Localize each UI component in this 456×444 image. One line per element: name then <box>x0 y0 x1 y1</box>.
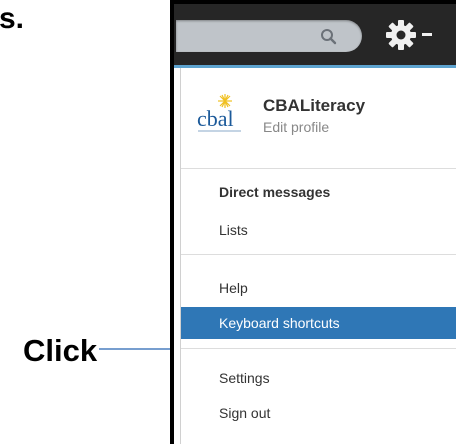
settings-dropdown-menu: cbal CBALiteracy Edit profile Direct mes… <box>180 68 456 444</box>
screenshot-frame: cbal CBALiteracy Edit profile Direct mes… <box>170 0 456 444</box>
menu-divider <box>181 168 456 169</box>
search-input[interactable] <box>176 20 362 52</box>
corner-caption-text: s. <box>0 2 25 35</box>
profile-summary[interactable]: cbal CBALiteracy Edit profile <box>181 80 456 150</box>
dropdown-caret-icon[interactable] <box>422 33 432 36</box>
menu-item-settings[interactable]: Settings <box>181 362 456 394</box>
edit-profile-link[interactable]: Edit profile <box>263 119 329 135</box>
menu-item-lists[interactable]: Lists <box>181 214 456 246</box>
page: s. Click cbal CBALiteracy Edit profile D… <box>0 0 456 444</box>
menu-item-sign-out[interactable]: Sign out <box>181 397 456 429</box>
gear-icon[interactable] <box>384 18 418 52</box>
settings-menu-button[interactable] <box>384 18 444 52</box>
top-navigation-bar <box>174 4 456 65</box>
logo-wordmark: cbal <box>197 106 234 131</box>
magnifier-icon[interactable] <box>319 27 339 47</box>
profile-name[interactable]: CBALiteracy <box>263 96 365 116</box>
menu-item-help[interactable]: Help <box>181 272 456 304</box>
menu-divider <box>181 254 456 255</box>
menu-item-keyboard-shortcuts[interactable]: Keyboard shortcuts <box>181 307 456 339</box>
menu-item-direct-messages[interactable]: Direct messages <box>181 176 456 208</box>
menu-divider <box>181 348 456 349</box>
cbal-logo: cbal <box>197 94 241 132</box>
click-instruction-label: Click <box>23 333 98 368</box>
